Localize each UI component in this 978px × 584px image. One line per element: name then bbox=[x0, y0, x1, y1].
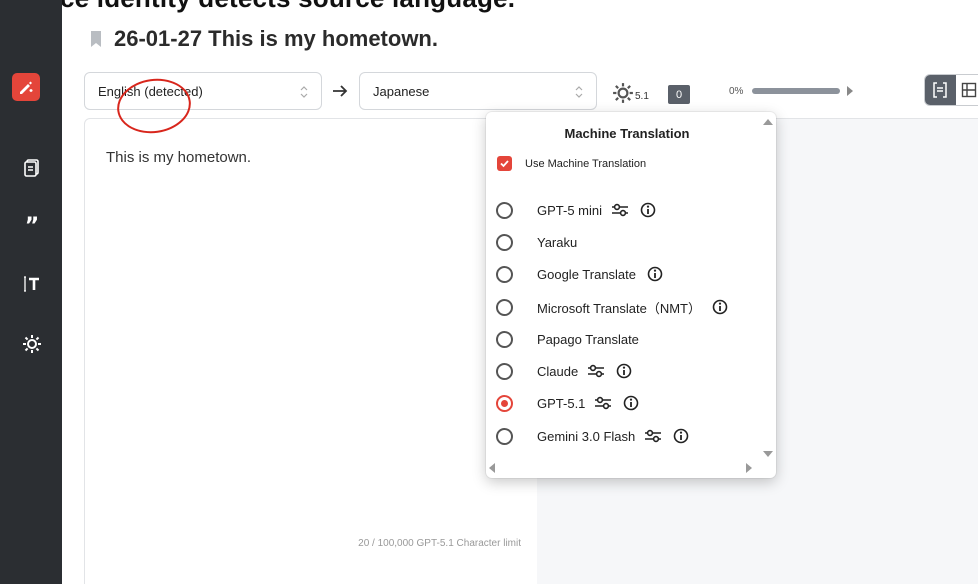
select-updown-icon bbox=[300, 86, 308, 98]
mt-option-radio[interactable] bbox=[496, 427, 513, 445]
progress-label: 0% bbox=[729, 86, 744, 97]
translate-pen-icon[interactable] bbox=[12, 73, 40, 101]
scroll-right-arrow[interactable] bbox=[746, 463, 752, 473]
document-title: 26-01-27 This is my hometown. bbox=[114, 26, 438, 51]
mt-option-radio[interactable] bbox=[496, 201, 513, 219]
app-window: Source identity detects source language.… bbox=[0, 0, 978, 584]
mt-option-label: Gemini 3.0 Flash bbox=[537, 428, 636, 444]
play-icon[interactable] bbox=[847, 86, 853, 96]
quote-icon[interactable]: ” bbox=[22, 214, 42, 239]
side-by-side-icon bbox=[933, 82, 948, 98]
scroll-up-arrow[interactable] bbox=[763, 119, 773, 125]
sidebar: ” bbox=[0, 0, 62, 584]
bookmark-icon[interactable] bbox=[88, 29, 104, 49]
gear-icon bbox=[613, 83, 633, 103]
machine-translation-menu: Machine Translation Use Machine Translat… bbox=[486, 112, 776, 478]
sliders-icon[interactable] bbox=[594, 394, 612, 412]
view-side-by-side-button[interactable] bbox=[925, 75, 956, 105]
source-text[interactable]: This is my hometown. bbox=[106, 149, 251, 166]
target-language-select[interactable]: Japanese bbox=[359, 72, 597, 110]
select-updown-icon bbox=[575, 86, 583, 98]
arrow-right-icon bbox=[333, 85, 348, 97]
mt-option-label: Claude bbox=[537, 363, 579, 379]
document-header: 26-01-27 This is my hometown. bbox=[88, 26, 438, 52]
table-icon bbox=[962, 82, 977, 98]
mt-option[interactable]: Claude bbox=[496, 361, 632, 381]
mt-option-label: Papago Translate bbox=[537, 331, 639, 347]
mt-option-radio[interactable] bbox=[496, 330, 513, 348]
mt-option-radio[interactable] bbox=[496, 394, 513, 412]
machine-translation-settings-button[interactable]: 5.1 bbox=[612, 80, 650, 104]
mt-option[interactable]: GPT-5 mini bbox=[496, 200, 656, 220]
info-icon[interactable] bbox=[712, 299, 728, 315]
info-icon[interactable] bbox=[647, 266, 663, 282]
mt-option[interactable]: Yaraku bbox=[496, 232, 577, 252]
sliders-icon[interactable] bbox=[644, 427, 662, 445]
view-toggle bbox=[924, 74, 978, 106]
documents-icon[interactable] bbox=[22, 158, 42, 178]
mt-option-label: GPT-5.1 bbox=[537, 395, 586, 411]
view-table-button[interactable] bbox=[955, 75, 978, 105]
info-icon[interactable] bbox=[623, 395, 639, 411]
use-machine-translation-label: Use Machine Translation bbox=[525, 157, 647, 170]
sliders-icon[interactable] bbox=[611, 201, 629, 219]
mt-option-label: GPT-5 mini bbox=[537, 202, 603, 218]
mt-option[interactable]: GPT-5.1 bbox=[496, 393, 639, 413]
menu-title: Machine Translation bbox=[564, 126, 690, 141]
annotation-caption: Source identity detects source language. bbox=[0, 0, 515, 14]
character-limit: 20 / 100,000 GPT-5.1 Character limit bbox=[358, 538, 521, 549]
source-text-panel[interactable]: This is my hometown. 20 / 100,000 GPT-5.… bbox=[84, 118, 538, 584]
mt-option-radio[interactable] bbox=[496, 265, 513, 283]
mt-option-label: Microsoft Translate（NMT） bbox=[537, 300, 701, 316]
use-machine-translation-option[interactable]: Use Machine Translation bbox=[497, 156, 646, 171]
mt-option[interactable]: Gemini 3.0 Flash bbox=[496, 426, 689, 446]
engine-version: 5.1 bbox=[635, 91, 649, 102]
info-icon[interactable] bbox=[616, 363, 632, 379]
sliders-icon[interactable] bbox=[587, 362, 605, 380]
info-icon[interactable] bbox=[640, 202, 656, 218]
scroll-left-arrow[interactable] bbox=[489, 463, 495, 473]
info-icon[interactable] bbox=[673, 428, 689, 444]
text-cursor-icon[interactable] bbox=[22, 274, 42, 294]
mt-option-radio[interactable] bbox=[496, 362, 513, 380]
scroll-down-arrow[interactable] bbox=[763, 451, 773, 457]
progress-bar bbox=[752, 88, 840, 94]
settings-sun-icon[interactable] bbox=[22, 334, 42, 354]
document-count-badge[interactable]: 0 bbox=[668, 85, 690, 104]
use-machine-translation-checkbox[interactable] bbox=[497, 156, 512, 171]
mt-option[interactable]: Google Translate bbox=[496, 264, 663, 284]
check-icon bbox=[500, 160, 509, 168]
target-language-value: Japanese bbox=[373, 83, 430, 99]
mt-option-label: Yaraku bbox=[537, 234, 578, 250]
mt-option[interactable]: Papago Translate bbox=[496, 329, 639, 349]
mt-option-radio[interactable] bbox=[496, 233, 513, 251]
mt-option-radio[interactable] bbox=[496, 298, 513, 316]
mt-option-label: Google Translate bbox=[537, 266, 637, 282]
mt-option[interactable]: Microsoft Translate（NMT） bbox=[496, 297, 728, 317]
